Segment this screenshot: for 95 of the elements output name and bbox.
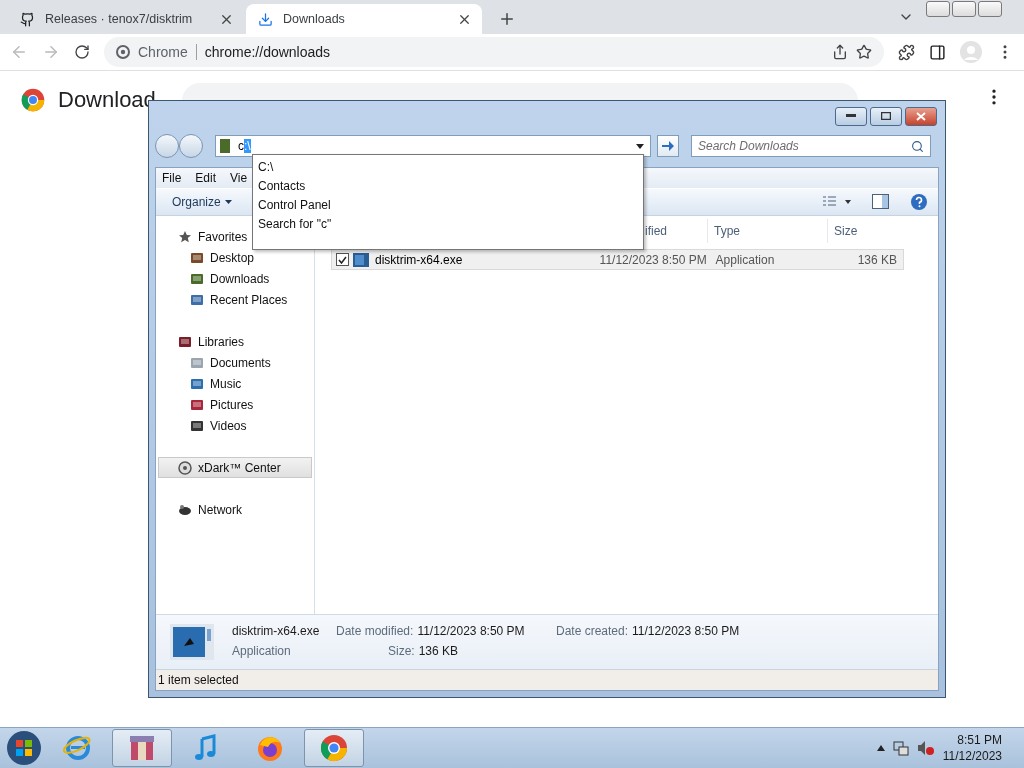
page-title: Download: [58, 87, 156, 113]
minimize-button[interactable]: [835, 106, 867, 126]
nav-item[interactable]: Documents: [158, 352, 312, 373]
file-row[interactable]: disktrim-x64.exe 11/12/2023 8:50 PM Application 136 KB: [331, 249, 904, 270]
menu-item[interactable]: Vie: [230, 171, 248, 185]
suggestion-item[interactable]: C:\: [253, 157, 643, 176]
status-text: 1 item selected: [156, 669, 938, 690]
app-file-icon: [170, 624, 214, 660]
close-button[interactable]: [978, 1, 1002, 17]
chrome-icon[interactable]: [319, 733, 349, 763]
nav-item[interactable]: xDark™ Center: [158, 457, 312, 478]
folder-icon: [220, 139, 230, 153]
nav-item[interactable]: Network: [158, 499, 312, 520]
nav-item[interactable]: Libraries: [158, 331, 312, 352]
url-text: chrome://downloads: [195, 44, 331, 60]
table-cell-text: 11/12/2023 8:50 PM: [598, 252, 708, 267]
share-icon[interactable]: [832, 44, 848, 60]
dropdown-caret-icon[interactable]: [636, 143, 644, 149]
search-icon[interactable]: [911, 139, 924, 153]
folder-icon: [190, 419, 204, 432]
folder-icon: [190, 356, 204, 369]
column-header[interactable]: Type: [707, 219, 827, 243]
folder-icon: [190, 398, 204, 411]
download-icon: [258, 11, 273, 27]
back-button[interactable]: [155, 134, 179, 158]
bookmark-star-icon[interactable]: [856, 44, 872, 60]
forward-button[interactable]: [179, 134, 203, 158]
field-label: Size:: [388, 644, 415, 660]
field-value: 136 KB: [418, 644, 459, 660]
close-button[interactable]: [905, 106, 937, 126]
new-tab-icon[interactable]: [498, 10, 516, 28]
minimize-icon: [846, 114, 856, 118]
folder-icon: [190, 251, 204, 264]
address-field[interactable]: c:\: [215, 135, 651, 157]
nav-item[interactable]: Downloads: [158, 268, 312, 289]
go-button[interactable]: [657, 135, 679, 157]
field-label: Date created:: [556, 624, 629, 640]
nav-item[interactable]: Desktop: [158, 247, 312, 268]
search-field[interactable]: Search Downloads: [691, 135, 931, 157]
star-icon: [178, 229, 192, 244]
archive-icon[interactable]: [127, 734, 157, 762]
field-value: 11/12/2023 8:50 PM: [417, 624, 525, 640]
taskbar-button[interactable]: [112, 729, 172, 767]
folder-icon: [190, 272, 204, 285]
chrome-icon: [20, 87, 46, 113]
side-panel-icon[interactable]: [929, 43, 946, 61]
clock-time: 8:51 PM: [957, 733, 1002, 747]
help-icon[interactable]: [910, 193, 928, 211]
organize-button[interactable]: Organize: [166, 192, 238, 212]
maximize-icon: [881, 112, 891, 120]
file-type: Application: [232, 644, 292, 660]
restore-button[interactable]: [952, 1, 976, 17]
suggestion-item[interactable]: Control Panel: [253, 195, 643, 214]
field-value: 11/12/2023 8:50 PM: [632, 624, 740, 640]
disc-icon: [178, 460, 192, 475]
suggestion-item[interactable]: Contacts: [253, 176, 643, 195]
folder-icon: [178, 335, 192, 348]
network-icon: [178, 502, 192, 517]
nav-item[interactable]: Recent Places: [158, 289, 312, 310]
app-file-icon: [353, 252, 369, 267]
view-options-icon[interactable]: [822, 195, 852, 209]
caret-icon: [224, 200, 232, 204]
file-name: disktrim-x64.exe: [374, 252, 463, 267]
menu-item[interactable]: File: [162, 171, 182, 185]
reload-icon[interactable]: [74, 44, 90, 60]
speaker-muted-icon[interactable]: [916, 740, 935, 756]
site-label: Chrome: [138, 44, 188, 60]
maximize-button[interactable]: [870, 106, 902, 126]
taskbar-button[interactable]: [304, 729, 364, 767]
browser-tab[interactable]: Releases · tenox7/disktrim: [8, 4, 244, 34]
address-bar[interactable]: Chrome chrome://downloads: [104, 37, 884, 67]
table-cell-text: Application: [714, 252, 776, 267]
github-icon: [20, 11, 35, 27]
table-cell-text: 136 KB: [856, 252, 898, 267]
arrow-right-icon: [662, 141, 674, 151]
chrome-logo-icon: [116, 45, 130, 59]
network-icon[interactable]: [892, 740, 909, 756]
nav-item[interactable]: Videos: [158, 415, 312, 436]
file-name: disktrim-x64.exe: [232, 624, 321, 640]
extensions-icon[interactable]: [898, 43, 915, 61]
start-orb-icon[interactable]: [4, 729, 44, 767]
folder-icon: [190, 293, 204, 306]
caret-up-icon[interactable]: [876, 745, 885, 751]
nav-item[interactable]: Pictures: [158, 394, 312, 415]
close-icon: [916, 111, 926, 121]
menu-item[interactable]: Edit: [195, 171, 217, 185]
preview-pane-icon[interactable]: [872, 194, 890, 210]
browser-tab[interactable]: Downloads: [246, 4, 482, 34]
folder-icon: [190, 377, 204, 390]
field-label: Date modified:: [336, 624, 414, 640]
text-selection: :\: [244, 139, 251, 153]
clock-date: 11/12/2023: [942, 749, 1002, 763]
checkbox[interactable]: [336, 253, 349, 266]
nav-item[interactable]: Music: [158, 373, 312, 394]
column-header[interactable]: Size: [827, 219, 907, 243]
